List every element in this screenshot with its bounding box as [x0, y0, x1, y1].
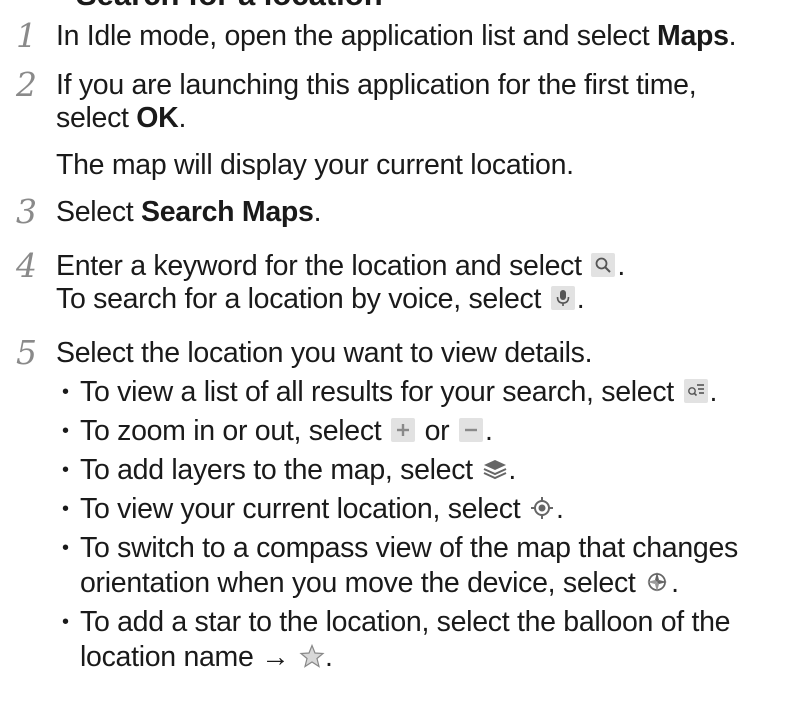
layers-icon[interactable] [482, 457, 507, 481]
step-number: 2 [16, 65, 37, 104]
zoom-out-icon[interactable] [459, 418, 483, 443]
zoom-in-icon[interactable] [391, 418, 416, 443]
step-text: In Idle mode, open the application list … [56, 20, 737, 52]
search-icon[interactable] [591, 253, 616, 278]
my-location-icon[interactable] [530, 496, 554, 520]
step-number: 4 [16, 246, 37, 285]
step-number: 3 [16, 192, 37, 231]
step-text-cont: select OK. [56, 102, 187, 134]
star-icon[interactable] [299, 644, 325, 669]
step-number: 1 [16, 16, 37, 55]
step-text: Select the location you want to view det… [56, 337, 593, 369]
step-text: Enter a keyword for the location and sel… [56, 250, 625, 282]
results-list-icon[interactable] [683, 379, 708, 404]
microphone-icon[interactable] [550, 286, 575, 311]
step-text-cont: To search for a location by voice, selec… [56, 283, 585, 315]
step-number: 5 [16, 333, 37, 372]
section-heading: Search for a location [76, 0, 383, 13]
compass-icon[interactable] [645, 570, 669, 594]
step-text: Select Search Maps. [56, 196, 322, 228]
step-note: The map will display your current locati… [56, 149, 574, 181]
step-text: If you are launching this application fo… [56, 69, 697, 101]
